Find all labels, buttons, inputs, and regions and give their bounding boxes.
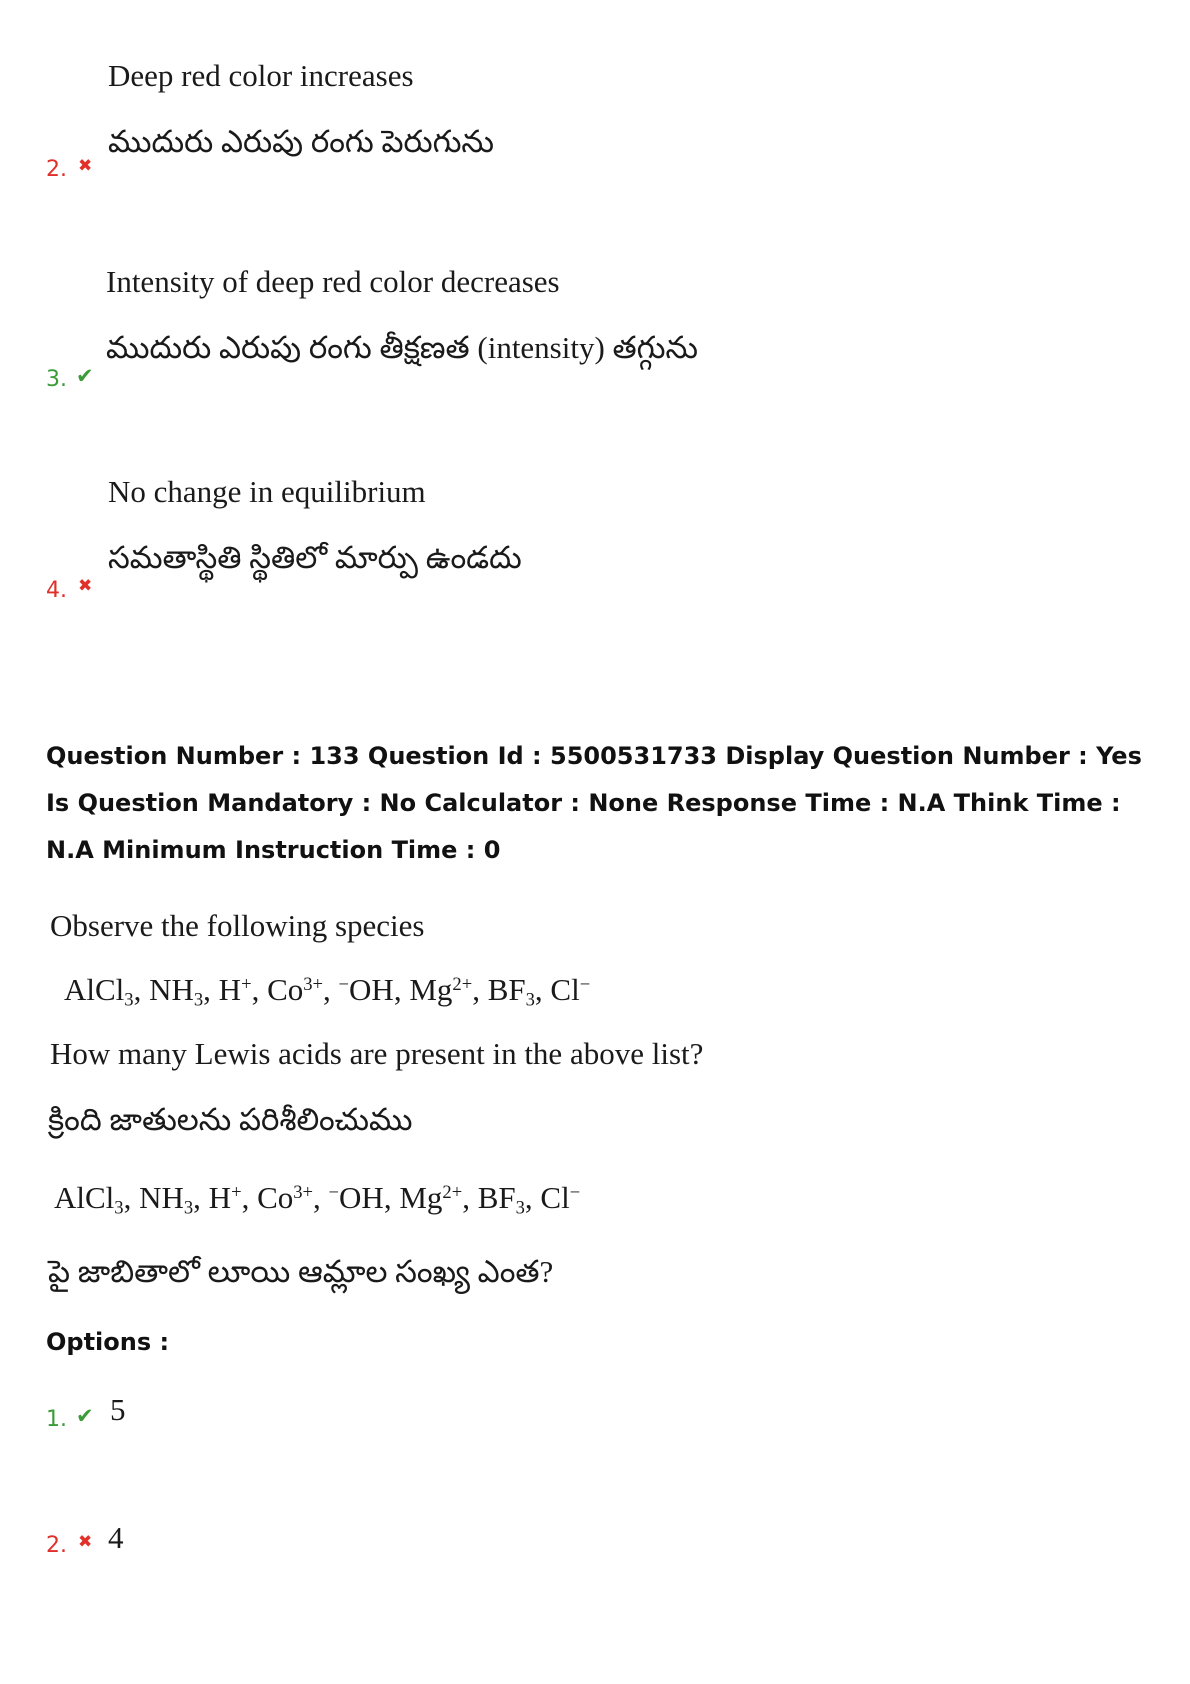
options-label: Options : [46,1328,170,1356]
option-value: 5 [110,1392,126,1427]
species-list-en: AlCl3, NH3, H+, Co3+, −OH, Mg2+, BF3, Cl… [64,972,591,1011]
check-icon: ✔ [76,364,94,388]
question-text-te: పై జాబితాలో లూయి ఆమ్లాల సంఖ్య ఎంత? [48,1254,554,1289]
cross-icon: ✖ [78,1532,93,1552]
option-text-te: ముదురు ఎరుపు రంగు తీక్షణత (intensity) తగ… [106,330,698,365]
question-intro-te: క్రింది జాతులను పరిశీలించుము [48,1102,413,1137]
cross-icon: ✖ [78,156,93,176]
option-text-te: సమతాస్థితి స్థితిలో మార్పు ఉండదు [108,540,522,575]
question-intro-en: Observe the following species [50,908,425,943]
option-number: 3. [46,367,67,392]
option-number: 4. [46,578,67,603]
option-number: 2. [46,1533,67,1558]
question-text-en: How many Lewis acids are present in the … [50,1036,704,1071]
option-number: 1. [46,1407,67,1432]
option-text-en: No change in equilibrium [108,474,426,509]
cross-icon: ✖ [78,576,93,596]
option-number: 2. [46,157,67,182]
option-text-en: Deep red color increases [108,58,414,93]
option-value: 4 [108,1520,124,1555]
check-icon: ✔ [76,1404,94,1428]
option-text-en: Intensity of deep red color decreases [106,264,560,299]
species-list-te: AlCl3, NH3, H+, Co3+, −OH, Mg2+, BF3, Cl… [54,1180,581,1219]
option-text-te: ముదురు ఎరుపు రంగు పెరుగును [108,124,494,159]
question-meta: Question Number : 133 Question Id : 5500… [46,742,1142,864]
